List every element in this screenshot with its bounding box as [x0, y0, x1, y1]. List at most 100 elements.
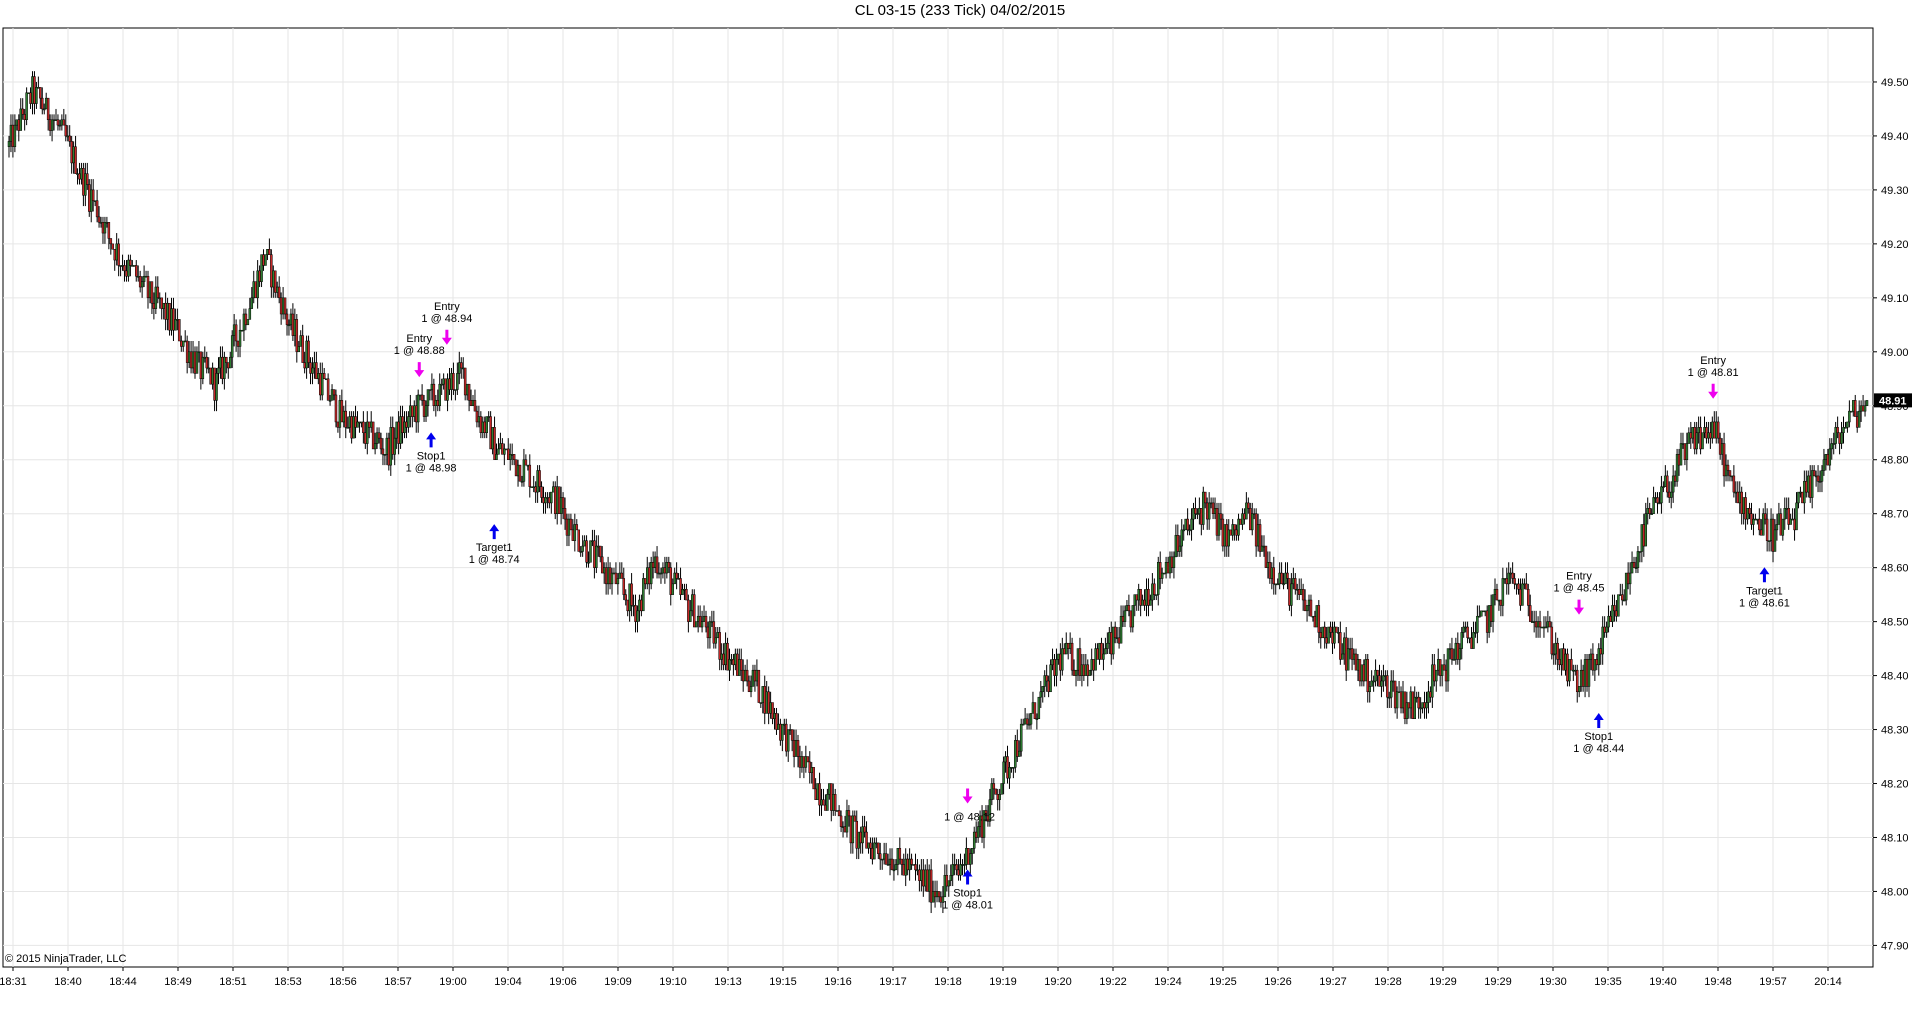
candle-down: [1748, 508, 1751, 514]
candle-down: [377, 432, 381, 439]
candle-up: [260, 254, 263, 282]
candle-down: [1045, 675, 1048, 682]
candle-down: [107, 222, 111, 239]
candle-down: [1499, 599, 1503, 606]
candle-down: [1376, 669, 1379, 676]
candle-down: [877, 842, 880, 854]
candle-up: [1824, 454, 1828, 460]
candle-up: [714, 637, 718, 644]
candle-up: [317, 373, 320, 380]
candle-down: [569, 518, 573, 531]
candle-down: [1313, 615, 1317, 628]
candle-up: [356, 421, 359, 428]
candle-down: [185, 340, 189, 363]
candle-up: [440, 383, 443, 386]
x-tick-label: 19:28: [1374, 976, 1402, 988]
last-price-label: 48.91: [1879, 395, 1907, 407]
candle-down: [1450, 648, 1454, 660]
candle-up: [1681, 443, 1685, 445]
candle-down: [553, 486, 557, 514]
candle-up: [266, 249, 269, 255]
candle-up: [908, 858, 911, 871]
candle-up: [646, 567, 649, 585]
candle-down: [1225, 524, 1229, 547]
candle-up: [424, 405, 428, 417]
candle-down: [33, 76, 36, 104]
candle-down: [397, 421, 400, 444]
candle-up: [1619, 594, 1622, 596]
candle-up: [54, 119, 58, 121]
candle-up: [458, 362, 461, 374]
candle-up: [505, 448, 508, 451]
candle-up: [238, 329, 242, 347]
candle-down: [17, 119, 21, 131]
stop-3-sub: 1 @ 48.44: [1573, 743, 1624, 755]
candle-up: [567, 518, 571, 536]
candle-up: [544, 497, 547, 504]
candle-up: [1832, 443, 1835, 445]
candle-down: [411, 405, 414, 417]
x-tick-label: 19:57: [1759, 976, 1787, 988]
candle-up: [816, 783, 819, 800]
candle-down: [910, 858, 913, 865]
candle-up: [1337, 632, 1340, 634]
candle-up: [1583, 659, 1587, 687]
candle-down: [1235, 529, 1238, 536]
candle-up: [661, 567, 665, 574]
x-tick-label: 18:53: [274, 976, 302, 988]
candle-up: [971, 848, 974, 854]
candle-up: [481, 421, 485, 433]
x-tick-label: 19:26: [1264, 976, 1292, 988]
candle-up: [1448, 648, 1452, 650]
candle-down: [898, 848, 902, 860]
candle-down: [704, 615, 708, 628]
candle-down: [283, 297, 287, 315]
candle-down: [1272, 567, 1276, 585]
chart-canvas[interactable]: Entry1 @ 48.88Entry1 @ 48.94Stop11 @ 48.…: [0, 0, 1920, 1014]
candle-down: [1673, 475, 1677, 482]
candle-down: [1787, 508, 1790, 525]
candle-up: [1799, 491, 1802, 494]
candle-down: [205, 356, 208, 369]
candle-down: [1528, 605, 1532, 622]
candle-up: [681, 588, 684, 595]
candle-down: [1309, 599, 1313, 617]
candle-up: [1669, 491, 1673, 498]
candle-down: [1666, 475, 1669, 493]
candle-up: [35, 87, 38, 104]
candle-down: [168, 302, 171, 331]
candle-down: [634, 605, 637, 622]
candle-down: [236, 340, 240, 347]
candle-up: [788, 729, 792, 731]
candle-down: [1575, 669, 1579, 693]
candle-up: [1478, 615, 1481, 618]
candle-up: [1572, 669, 1575, 672]
candle-down: [1303, 599, 1307, 612]
candle-down: [227, 362, 230, 369]
candle-up: [730, 659, 733, 661]
candle-up: [1256, 524, 1260, 547]
candle-up: [1270, 567, 1274, 579]
candle-up: [536, 470, 539, 493]
candle-down: [1485, 610, 1489, 633]
candle-down: [46, 97, 50, 120]
candle-up: [72, 146, 75, 164]
candle-down: [1411, 691, 1415, 720]
candle-up: [1789, 518, 1792, 525]
candle-up: [1501, 578, 1505, 606]
candle-up: [892, 869, 896, 872]
candle-up: [573, 524, 577, 541]
candle-up: [702, 615, 706, 622]
candle-down: [922, 869, 925, 887]
candle-up: [1125, 605, 1129, 612]
y-tick-label: 48.40: [1881, 671, 1909, 683]
candle-up: [873, 842, 876, 860]
candle-down: [955, 864, 958, 871]
candle-down: [1243, 513, 1246, 520]
candle-up: [297, 346, 301, 353]
candle-up: [1474, 632, 1477, 634]
candle-up: [1458, 648, 1462, 660]
stop-2-sub: 1 @ 48.01: [942, 899, 993, 911]
candle-up: [597, 545, 600, 548]
candle-down: [1556, 642, 1559, 660]
